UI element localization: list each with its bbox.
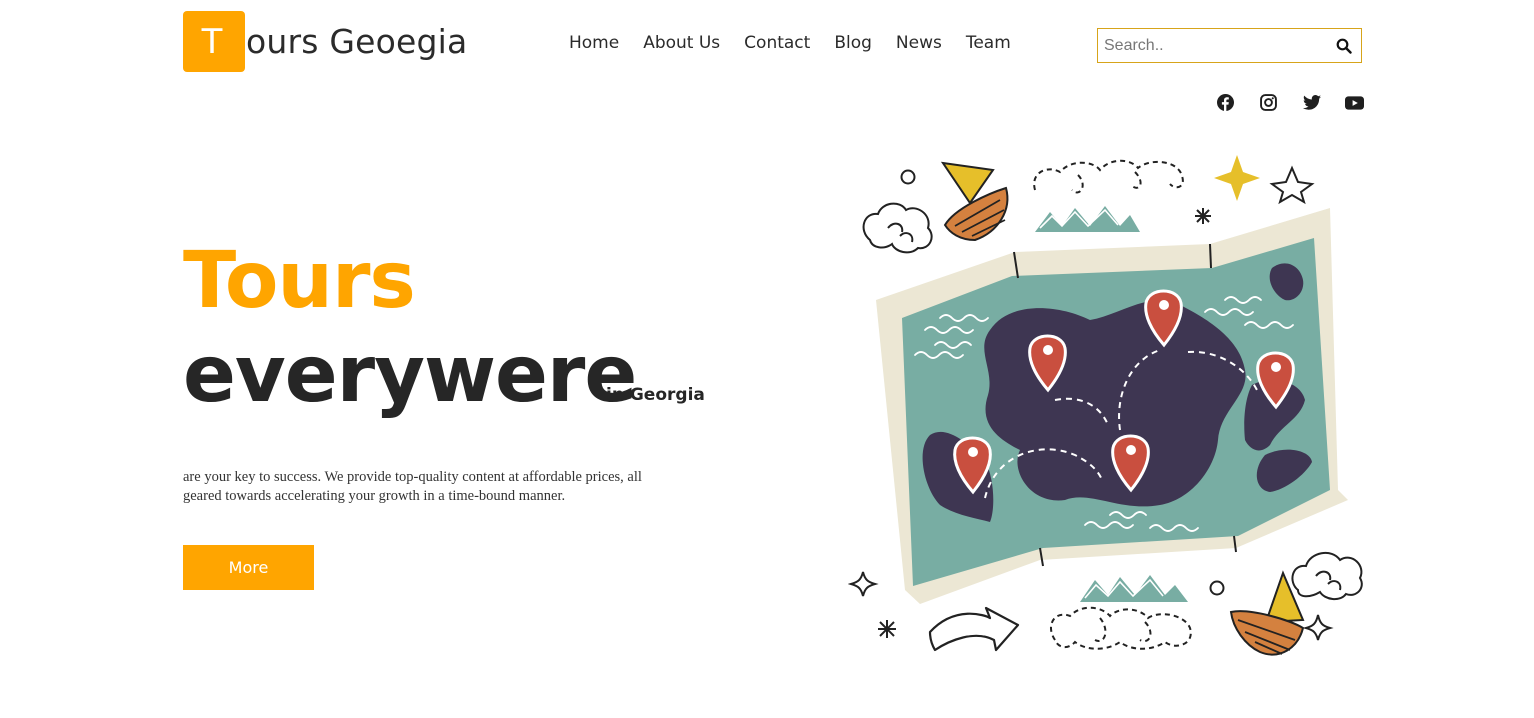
twitter-icon[interactable] — [1302, 93, 1321, 112]
search-input[interactable] — [1098, 30, 1327, 61]
youtube-icon[interactable] — [1345, 93, 1364, 112]
cloud-top-left — [862, 202, 933, 254]
nav-blog[interactable]: Blog — [834, 33, 872, 53]
hero-description: are your key to success. We provide top-… — [183, 468, 642, 505]
map-illustration — [848, 155, 1363, 656]
logo-badge: T — [183, 11, 245, 72]
facebook-icon[interactable] — [1216, 93, 1235, 112]
cloud-bottom-right — [1291, 551, 1363, 600]
nav-about-us[interactable]: About Us — [643, 33, 720, 53]
arrow — [928, 606, 1020, 652]
more-button[interactable]: More — [183, 545, 314, 590]
star-yellow — [1214, 155, 1260, 201]
star-outline — [1269, 165, 1315, 205]
hero-title-tours: Tours — [183, 236, 416, 326]
mountains-top — [1035, 206, 1140, 232]
hero-title-everywhere: everywere — [183, 330, 637, 420]
dashed-cloud-bottom — [1050, 606, 1192, 650]
asterisk-bottom — [878, 620, 896, 638]
search-box — [1097, 28, 1362, 63]
asterisk-top — [1195, 208, 1211, 224]
logo[interactable]: T ours Geoegia — [183, 11, 467, 72]
main-nav: Home About Us Contact Blog News Team — [569, 33, 1035, 53]
star-outline-bottom-left — [848, 571, 879, 597]
logo-text: ours Geoegia — [246, 22, 468, 61]
nav-contact[interactable]: Contact — [744, 33, 810, 53]
dashed-cloud-top — [1033, 159, 1184, 194]
nav-team[interactable]: Team — [966, 33, 1011, 53]
sail-bottom — [1264, 570, 1305, 624]
star-outline-bottom-right — [1302, 614, 1334, 641]
hero-subtitle: in Georgia — [606, 385, 705, 405]
mountains-bottom — [1080, 575, 1188, 602]
search-icon[interactable] — [1327, 29, 1361, 62]
nav-news[interactable]: News — [896, 33, 942, 53]
social-links — [1216, 93, 1364, 112]
instagram-icon[interactable] — [1259, 93, 1278, 112]
nav-home[interactable]: Home — [569, 33, 619, 53]
